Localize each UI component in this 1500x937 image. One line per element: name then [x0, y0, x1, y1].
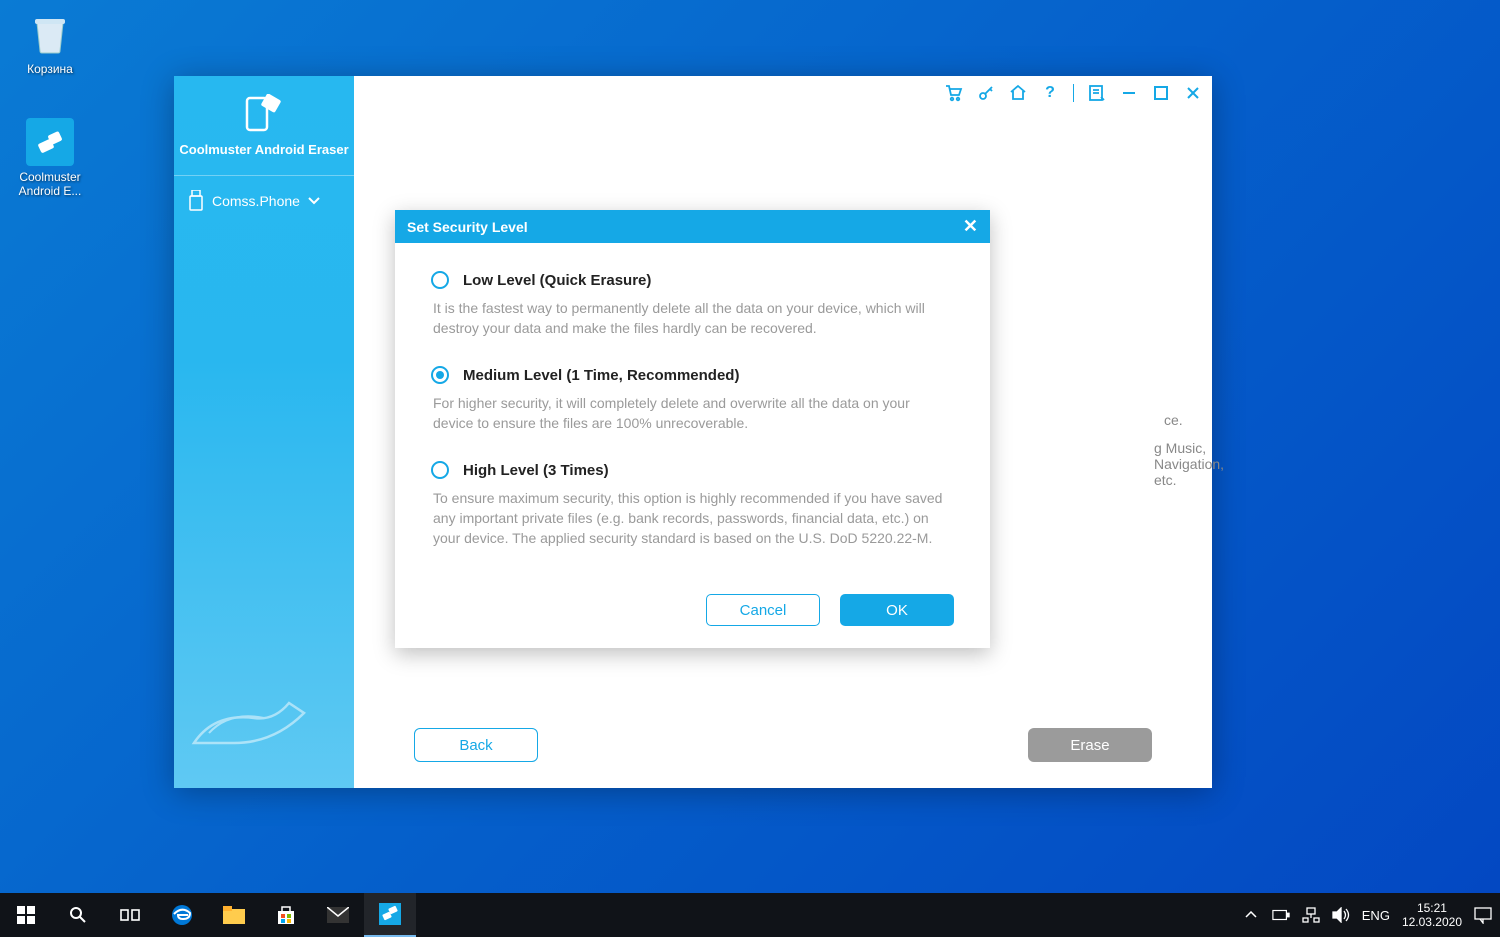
close-button[interactable]	[1184, 84, 1202, 102]
sidebar-device-selector[interactable]: Comss.Phone	[174, 176, 354, 226]
option-description: To ensure maximum security, this option …	[431, 489, 954, 548]
radio-icon	[431, 461, 449, 479]
radio-icon	[431, 271, 449, 289]
security-level-dialog: Set Security Level ✕ Low Level (Quick Er…	[395, 210, 990, 648]
sidebar-decoration	[174, 663, 354, 778]
taskbar-right: ENG 15:21 12.03.2020	[1242, 901, 1500, 930]
recycle-bin-icon	[26, 10, 74, 58]
background-text-fragment: g Music, Navigation, etc.	[1154, 440, 1224, 488]
dialog-header: Set Security Level ✕	[395, 210, 990, 243]
dialog-actions: Cancel OK	[431, 576, 954, 626]
battery-icon[interactable]	[1272, 906, 1290, 924]
option-description: For higher security, it will completely …	[431, 394, 954, 433]
action-center-icon[interactable]	[1474, 906, 1492, 924]
app-title: Coolmuster Android Eraser	[174, 142, 354, 157]
footer-bar: Back Erase	[354, 728, 1212, 762]
option-medium-level: Medium Level (1 Time, Recommended) For h…	[431, 366, 954, 433]
taskbar-left	[0, 893, 416, 937]
search-button[interactable]	[52, 893, 104, 937]
help-icon[interactable]: ?	[1041, 84, 1059, 102]
radio-low-level[interactable]: Low Level (Quick Erasure)	[431, 271, 954, 289]
dialog-close-button[interactable]: ✕	[963, 216, 978, 237]
cart-icon[interactable]	[945, 84, 963, 102]
key-icon[interactable]	[977, 84, 995, 102]
usb-icon	[188, 190, 204, 212]
tray-chevron-icon[interactable]	[1242, 906, 1260, 924]
minimize-button[interactable]	[1120, 84, 1138, 102]
feedback-icon[interactable]	[1088, 84, 1106, 102]
option-title: Medium Level (1 Time, Recommended)	[463, 367, 739, 384]
sidebar-logo: Coolmuster Android Eraser	[174, 76, 354, 163]
microsoft-store[interactable]	[260, 893, 312, 937]
titlebar-separator	[1073, 84, 1074, 102]
device-name: Comss.Phone	[212, 193, 300, 209]
option-high-level: High Level (3 Times) To ensure maximum s…	[431, 461, 954, 548]
taskbar-clock[interactable]: 15:21 12.03.2020	[1402, 901, 1462, 930]
erase-button[interactable]: Erase	[1028, 728, 1152, 762]
titlebar: ?	[945, 84, 1202, 102]
volume-icon[interactable]	[1332, 906, 1350, 924]
desktop-icon-label: Coolmuster Android E...	[10, 170, 90, 198]
option-title: High Level (3 Times)	[463, 462, 609, 479]
ok-button[interactable]: OK	[840, 594, 954, 626]
taskbar: ENG 15:21 12.03.2020	[0, 893, 1500, 937]
desktop-app-shortcut[interactable]: Coolmuster Android E...	[10, 118, 90, 198]
home-icon[interactable]	[1009, 84, 1027, 102]
radio-icon	[431, 366, 449, 384]
task-view-button[interactable]	[104, 893, 156, 937]
desktop-recycle-bin[interactable]: Корзина	[10, 10, 90, 76]
maximize-button[interactable]	[1152, 84, 1170, 102]
desktop-icon-label: Корзина	[10, 62, 90, 76]
radio-medium-level[interactable]: Medium Level (1 Time, Recommended)	[431, 366, 954, 384]
option-low-level: Low Level (Quick Erasure) It is the fast…	[431, 271, 954, 338]
eraser-app-icon	[26, 118, 74, 166]
option-title: Low Level (Quick Erasure)	[463, 272, 651, 289]
back-button[interactable]: Back	[414, 728, 538, 762]
chevron-down-icon	[308, 197, 320, 205]
clock-date: 12.03.2020	[1402, 915, 1462, 929]
network-icon[interactable]	[1302, 906, 1320, 924]
dialog-title: Set Security Level	[407, 219, 528, 235]
language-indicator[interactable]: ENG	[1362, 908, 1390, 923]
cancel-button[interactable]: Cancel	[706, 594, 820, 626]
mail-app[interactable]	[312, 893, 364, 937]
edge-browser[interactable]	[156, 893, 208, 937]
sidebar: Coolmuster Android Eraser Comss.Phone	[174, 76, 354, 788]
radio-high-level[interactable]: High Level (3 Times)	[431, 461, 954, 479]
start-button[interactable]	[0, 893, 52, 937]
option-description: It is the fastest way to permanently del…	[431, 299, 954, 338]
file-explorer[interactable]	[208, 893, 260, 937]
dialog-body: Low Level (Quick Erasure) It is the fast…	[395, 243, 990, 648]
app-logo-icon	[241, 94, 287, 134]
background-text-fragment: ce.	[1164, 412, 1183, 428]
clock-time: 15:21	[1402, 901, 1462, 915]
coolmuster-app-taskbar[interactable]	[364, 893, 416, 937]
